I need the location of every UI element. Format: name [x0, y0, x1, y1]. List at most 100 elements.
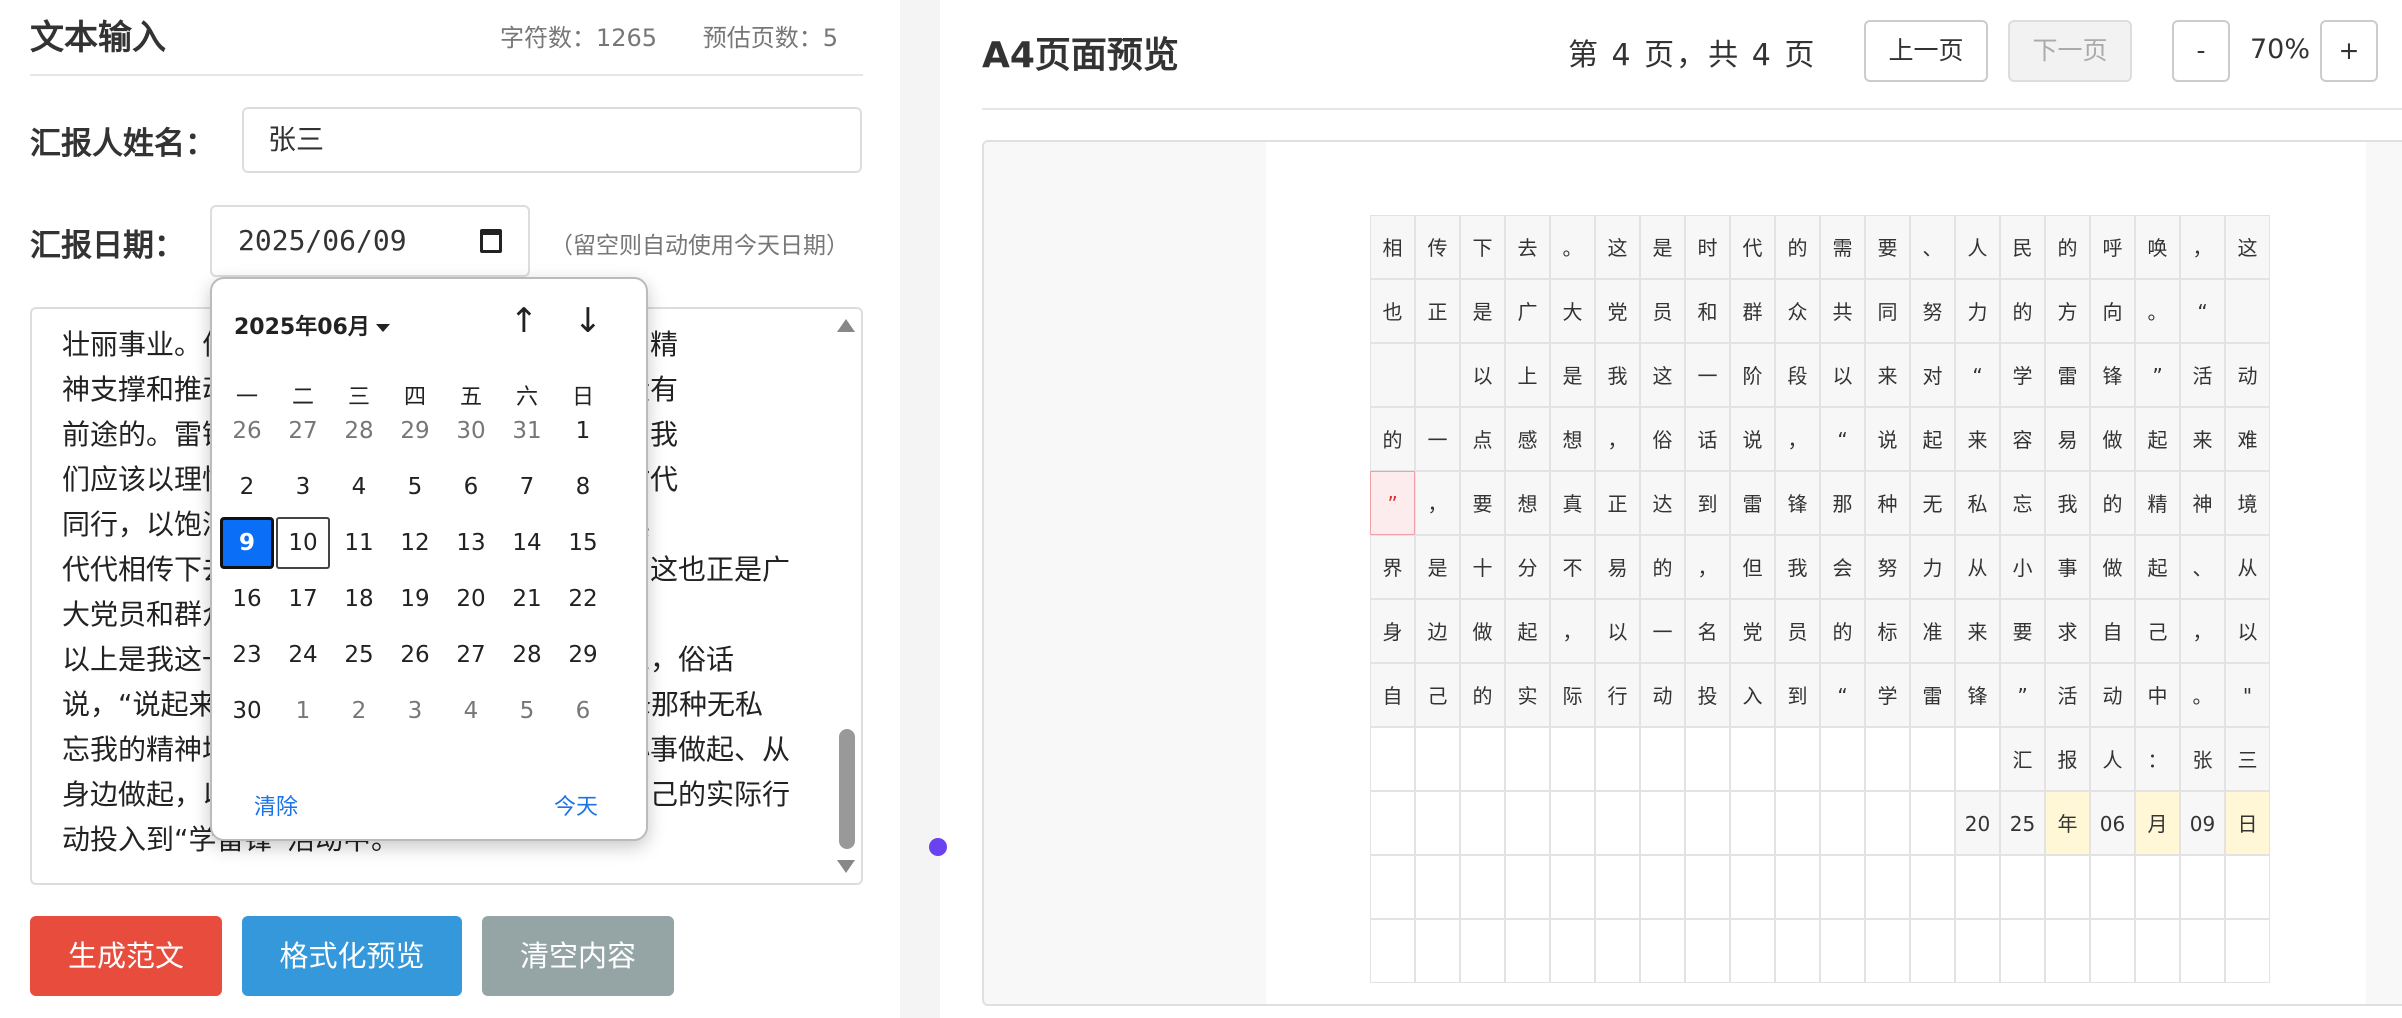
calendar-day[interactable]: 6 — [444, 461, 498, 513]
report-date-input[interactable]: 2025/06/09 — [210, 205, 530, 277]
zoom-in-button[interactable]: + — [2320, 20, 2378, 82]
calendar-day[interactable]: 10 — [276, 517, 330, 569]
calendar-day[interactable]: 30 — [444, 405, 498, 457]
scroll-down-arrow-icon[interactable] — [837, 860, 855, 873]
grid-cell: 传 — [1415, 215, 1460, 279]
grid-cell — [1550, 791, 1595, 855]
grid-cell: 不 — [1550, 535, 1595, 599]
calendar-day[interactable]: 30 — [220, 685, 274, 737]
calendar-day[interactable]: 23 — [220, 629, 274, 681]
calendar-day[interactable]: 11 — [332, 517, 386, 569]
grid-cell — [2180, 919, 2225, 983]
grid-cell: 日 — [2225, 791, 2270, 855]
grid-cell: 达 — [1640, 471, 1685, 535]
scrollbar-thumb[interactable] — [839, 729, 855, 849]
calendar-day[interactable]: 28 — [500, 629, 554, 681]
calendar-day[interactable]: 27 — [276, 405, 330, 457]
resize-handle-dot[interactable] — [929, 838, 947, 856]
calendar-day[interactable]: 16 — [220, 573, 274, 625]
calendar-day[interactable]: 21 — [500, 573, 554, 625]
calendar-day[interactable]: 14 — [500, 517, 554, 569]
grid-cell: 雷 — [2045, 343, 2090, 407]
calendar-day[interactable]: 4 — [444, 685, 498, 737]
calendar-day[interactable]: 18 — [332, 573, 386, 625]
grid-cell — [2000, 919, 2045, 983]
format-preview-button[interactable]: 格式化预览 — [242, 916, 462, 996]
today-link[interactable]: 今天 — [554, 789, 598, 821]
grid-cell: 我 — [1595, 343, 1640, 407]
grid-cell: 易 — [2045, 407, 2090, 471]
calendar-day[interactable]: 13 — [444, 517, 498, 569]
calendar-day[interactable]: 6 — [556, 685, 610, 737]
calendar-day[interactable]: 29 — [388, 405, 442, 457]
calendar-day[interactable]: 26 — [220, 405, 274, 457]
grid-cell — [1865, 791, 1910, 855]
clear-date-link[interactable]: 清除 — [254, 789, 298, 821]
grid-cell: 动 — [2225, 343, 2270, 407]
calendar-day[interactable]: 4 — [332, 461, 386, 513]
grid-cell: 以 — [1820, 343, 1865, 407]
calendar-day[interactable]: 3 — [276, 461, 330, 513]
calendar-day[interactable]: 8 — [556, 461, 610, 513]
grid-cell — [1505, 855, 1550, 919]
grid-cell: 活 — [2180, 343, 2225, 407]
grid-cell — [1595, 791, 1640, 855]
grid-cell: 感 — [1505, 407, 1550, 471]
calendar-day[interactable]: 19 — [388, 573, 442, 625]
calendar-day[interactable]: 7 — [500, 461, 554, 513]
grid-cell: 锋 — [2090, 343, 2135, 407]
grid-cell: 中 — [2135, 663, 2180, 727]
calendar-day[interactable]: 20 — [444, 573, 498, 625]
grid-cell: 以 — [2225, 599, 2270, 663]
grid-cell — [1955, 727, 2000, 791]
calendar-day[interactable]: 25 — [332, 629, 386, 681]
calendar-day[interactable]: 2 — [332, 685, 386, 737]
reporter-name-input[interactable]: 张三 — [242, 107, 862, 173]
grid-cell: 自 — [1370, 663, 1415, 727]
previous-page-button[interactable]: 上一页 — [1864, 20, 1988, 82]
calendar-day[interactable]: 27 — [444, 629, 498, 681]
calendar-day[interactable]: 31 — [500, 405, 554, 457]
grid-cell — [1550, 919, 1595, 983]
grid-cell — [2045, 855, 2090, 919]
calendar-day[interactable]: 1 — [556, 405, 610, 457]
scroll-up-arrow-icon[interactable] — [837, 319, 855, 332]
generate-sample-button[interactable]: 生成范文 — [30, 916, 222, 996]
grid-cell: 的 — [2000, 279, 2045, 343]
grid-cell — [1370, 343, 1415, 407]
calendar-day[interactable]: 3 — [388, 685, 442, 737]
grid-cell: 正 — [1595, 471, 1640, 535]
clear-content-button[interactable]: 清空内容 — [482, 916, 674, 996]
previous-month-arrow-icon[interactable]: ↑ — [506, 301, 542, 341]
grid-cell: 要 — [1865, 215, 1910, 279]
panel-divider[interactable] — [900, 0, 940, 1018]
calendar-day[interactable]: 24 — [276, 629, 330, 681]
grid-cell — [1415, 791, 1460, 855]
calendar-day[interactable]: 15 — [556, 517, 610, 569]
grid-cell: 身 — [1370, 599, 1415, 663]
grid-cell — [1505, 919, 1550, 983]
preview-title: A4页面预览 — [982, 35, 1179, 76]
calendar-day[interactable]: 26 — [388, 629, 442, 681]
calendar-day[interactable]: 17 — [276, 573, 330, 625]
zoom-out-button[interactable]: - — [2172, 20, 2230, 82]
calendar-day[interactable]: 22 — [556, 573, 610, 625]
month-select[interactable]: 2025年06月 — [234, 309, 390, 341]
grid-cell: 三 — [2225, 727, 2270, 791]
calendar-icon[interactable] — [480, 229, 502, 253]
next-page-button[interactable]: 下一页 — [2008, 20, 2132, 82]
calendar-day[interactable]: 12 — [388, 517, 442, 569]
calendar-day[interactable]: 5 — [500, 685, 554, 737]
grid-cell: 的 — [1460, 663, 1505, 727]
calendar-day[interactable]: 28 — [332, 405, 386, 457]
calendar-day[interactable]: 1 — [276, 685, 330, 737]
calendar-day[interactable]: 5 — [388, 461, 442, 513]
grid-cell: 段 — [1775, 343, 1820, 407]
next-month-arrow-icon[interactable]: ↓ — [570, 301, 606, 341]
grid-cell: 边 — [1415, 599, 1460, 663]
grid-cell: 实 — [1505, 663, 1550, 727]
calendar-day[interactable]: 29 — [556, 629, 610, 681]
calendar-day[interactable]: 2 — [220, 461, 274, 513]
calendar-day[interactable]: 9 — [220, 517, 274, 569]
grid-cell: 以 — [1595, 599, 1640, 663]
